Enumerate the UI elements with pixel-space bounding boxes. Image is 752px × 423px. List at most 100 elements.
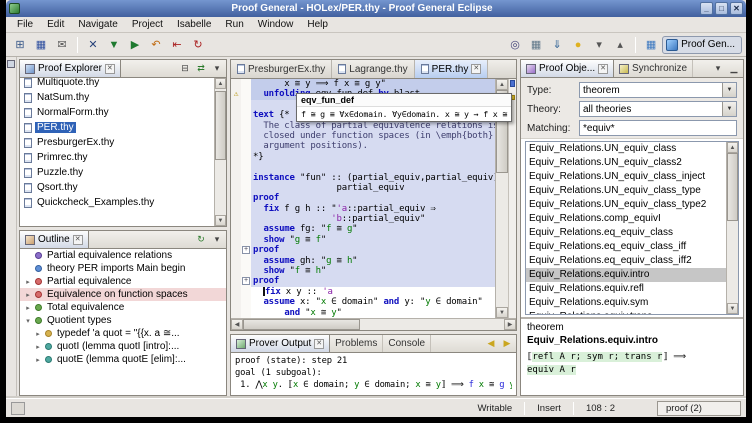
- close-tab-icon[interactable]: ✕: [471, 64, 481, 74]
- menu-file[interactable]: File: [10, 18, 40, 31]
- chevron-down-icon[interactable]: ▼: [722, 102, 736, 116]
- explorer-item[interactable]: PresburgerEx.thy: [20, 135, 214, 150]
- menu-edit[interactable]: Edit: [40, 18, 71, 31]
- explorer-item[interactable]: Qsort.thy: [20, 180, 214, 195]
- scroll-thumb[interactable]: [243, 319, 360, 330]
- new-wizard-icon[interactable]: ⊞: [10, 36, 30, 54]
- next-annotation-icon[interactable]: ▾: [589, 36, 609, 54]
- scroll-left-icon[interactable]: ◀: [231, 319, 243, 330]
- theorem-list-item[interactable]: Equiv_Relations.equiv.refl: [526, 282, 726, 296]
- perspective-button-proof-general[interactable]: Proof Gen...: [662, 36, 742, 54]
- explorer-item[interactable]: PER.thy: [20, 120, 214, 135]
- scroll-down-icon[interactable]: ▼: [215, 215, 226, 226]
- fold-expand-icon[interactable]: +: [242, 277, 250, 285]
- outline-item[interactable]: ▸Partial equivalence: [20, 275, 226, 288]
- theorem-list-item[interactable]: Equiv_Relations.comp_equivI: [526, 212, 726, 226]
- theorem-list-item[interactable]: Equiv_Relations.equiv.trans: [526, 310, 726, 314]
- mark-occurrences-icon[interactable]: ▦: [526, 36, 546, 54]
- warning-icon[interactable]: ⚠: [231, 89, 241, 99]
- explorer-item[interactable]: Puzzle.thy: [20, 165, 214, 180]
- type-dropdown[interactable]: theorem ▼: [579, 82, 737, 98]
- close-button[interactable]: ✕: [730, 2, 743, 15]
- theory-dropdown[interactable]: all theories ▼: [579, 101, 737, 117]
- editor-tab-PresburgerEx.thy[interactable]: PresburgerEx.thy: [231, 60, 332, 78]
- tab-synchronize[interactable]: Synchronize: [614, 60, 693, 77]
- refresh-icon[interactable]: ↻: [194, 233, 208, 247]
- theorem-list-item[interactable]: Equiv_Relations.UN_equiv_class2: [526, 156, 726, 170]
- retract-icon[interactable]: ⇤: [167, 36, 187, 54]
- menu-project[interactable]: Project: [125, 18, 170, 31]
- next-step-icon[interactable]: ▼: [104, 36, 124, 54]
- scroll-track[interactable]: [496, 90, 508, 307]
- scroll-track[interactable]: [727, 153, 738, 303]
- outline-item[interactable]: ▸quotI (lemma quotI [intro]:...: [20, 340, 226, 353]
- minimize-button[interactable]: _: [700, 2, 713, 15]
- tab-prover-output[interactable]: Prover Output✕: [231, 335, 330, 352]
- search-icon[interactable]: ◎: [505, 36, 525, 54]
- editor-tab-Lagrange.thy[interactable]: Lagrange.thy: [332, 60, 414, 78]
- close-tab-icon[interactable]: ✕: [314, 339, 324, 349]
- tab-problems[interactable]: Problems: [330, 335, 383, 352]
- view-menu-icon[interactable]: ▾: [210, 62, 224, 76]
- editor-horizontal-scrollbar[interactable]: ◀ ▶: [231, 318, 516, 330]
- close-tab-icon[interactable]: ✕: [598, 64, 608, 74]
- theorem-list-item[interactable]: Equiv_Relations.eq_equiv_class: [526, 226, 726, 240]
- theorem-list-item[interactable]: Equiv_Relations.eq_equiv_class_iff2: [526, 254, 726, 268]
- scroll-track[interactable]: [243, 319, 504, 330]
- expand-arrow-icon[interactable]: ▸: [24, 304, 32, 312]
- tab-console[interactable]: Console: [383, 335, 431, 352]
- menu-isabelle[interactable]: Isabelle: [170, 18, 218, 31]
- menu-window[interactable]: Window: [251, 18, 301, 31]
- scroll-up-icon[interactable]: ▲: [496, 79, 508, 90]
- next-output-icon[interactable]: ▶: [500, 337, 514, 351]
- theorem-list-item[interactable]: Equiv_Relations.UN_equiv_class_type2: [526, 198, 726, 212]
- scroll-up-icon[interactable]: ▲: [727, 142, 738, 153]
- explorer-item[interactable]: Quickcheck_Examples.thy: [20, 195, 214, 210]
- last-edit-location-icon[interactable]: ⇓: [547, 36, 567, 54]
- collapse-all-icon[interactable]: ⊟: [178, 62, 192, 76]
- lightbulb-icon[interactable]: ●: [568, 36, 588, 54]
- menu-navigate[interactable]: Navigate: [71, 18, 124, 31]
- matching-input[interactable]: [579, 120, 737, 136]
- view-menu-icon[interactable]: ▾: [711, 62, 725, 76]
- restart-prover-icon[interactable]: ↻: [188, 36, 208, 54]
- explorer-scrollbar[interactable]: ▲ ▼: [214, 78, 226, 226]
- expand-arrow-icon[interactable]: ▸: [24, 278, 32, 286]
- menu-run[interactable]: Run: [218, 18, 250, 31]
- chevron-down-icon[interactable]: ▼: [722, 83, 736, 97]
- outline-item[interactable]: Partial equivalence relations: [20, 249, 226, 262]
- print-icon[interactable]: ✉: [52, 36, 72, 54]
- titlebar[interactable]: Proof General - HOLex/PER.thy - Proof Ge…: [6, 0, 746, 17]
- close-tab-icon[interactable]: ✕: [73, 235, 83, 245]
- theorem-list-item[interactable]: Equiv_Relations.UN_equiv_class_inject: [526, 170, 726, 184]
- explorer-item[interactable]: Primrec.thy: [20, 150, 214, 165]
- expand-arrow-icon[interactable]: ▾: [24, 317, 32, 325]
- tab-proof-objects[interactable]: Proof Obje... ✕: [521, 60, 614, 77]
- outline-item[interactable]: ▸typedef 'a quot = "{{x. a ≅...: [20, 327, 226, 340]
- list-scrollbar[interactable]: ▲ ▼: [726, 142, 738, 314]
- tab-outline[interactable]: Outline ✕: [20, 231, 89, 248]
- close-tab-icon[interactable]: ✕: [105, 64, 115, 74]
- expand-arrow-icon[interactable]: ▸: [34, 356, 42, 364]
- undo-step-icon[interactable]: ↶: [146, 36, 166, 54]
- progress-job-indicator[interactable]: proof (2): [657, 401, 741, 416]
- minimize-view-icon[interactable]: ▁: [727, 62, 741, 76]
- view-menu-icon[interactable]: ▾: [210, 233, 224, 247]
- expand-arrow-icon[interactable]: ▸: [34, 343, 42, 351]
- theorem-list-item[interactable]: Equiv_Relations.eq_equiv_class_iff: [526, 240, 726, 254]
- theorem-list-item[interactable]: Equiv_Relations.UN_equiv_class_type: [526, 184, 726, 198]
- save-icon[interactable]: ▦: [31, 36, 51, 54]
- theorem-list-item[interactable]: Equiv_Relations.UN_equiv_class: [526, 142, 726, 156]
- trim-stack-icon[interactable]: [11, 402, 25, 415]
- scroll-down-icon[interactable]: ▼: [496, 307, 508, 318]
- explorer-item[interactable]: Multiquote.thy: [20, 78, 214, 90]
- open-perspective-icon[interactable]: ▦: [641, 36, 661, 54]
- outline-item[interactable]: ▾Quotient types: [20, 314, 226, 327]
- goto-icon[interactable]: ▶: [125, 36, 145, 54]
- theorem-list-item[interactable]: Equiv_Relations.equiv.intro: [526, 268, 726, 282]
- fold-expand-icon[interactable]: +: [242, 246, 250, 254]
- expand-arrow-icon[interactable]: ▸: [34, 330, 42, 338]
- outline-item[interactable]: ▸quotE (lemma quotE [elim]:...: [20, 353, 226, 366]
- link-with-editor-icon[interactable]: ⇄: [194, 62, 208, 76]
- outline-item[interactable]: ▸Total equivalence: [20, 301, 226, 314]
